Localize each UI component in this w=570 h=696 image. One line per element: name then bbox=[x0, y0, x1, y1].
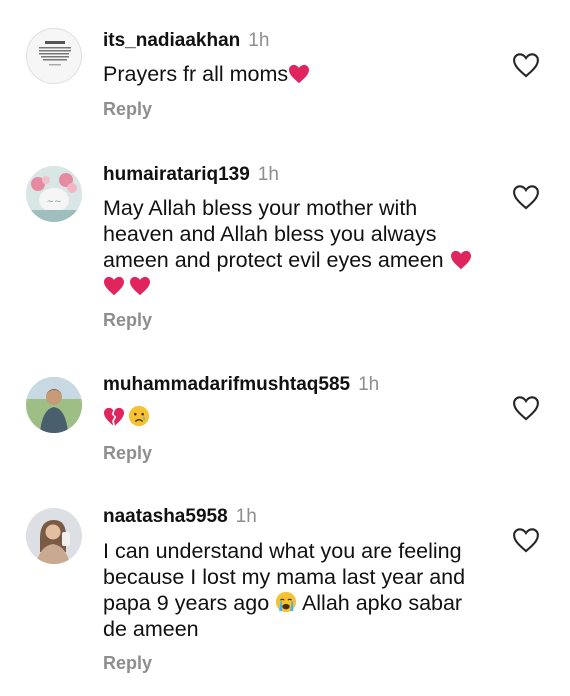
avatar[interactable]: ~~ bbox=[26, 166, 82, 222]
crying-face-icon bbox=[128, 405, 150, 427]
comment-header: its_nadiaakhan 1h bbox=[103, 30, 269, 52]
comment-text-line: Prayers fr all moms bbox=[103, 62, 289, 86]
red-heart-icon bbox=[289, 64, 310, 84]
reply-button[interactable]: Reply bbox=[103, 99, 152, 120]
red-heart-icon bbox=[104, 276, 124, 296]
comment-text-line: May Allah bless your mother with bbox=[103, 196, 418, 220]
comment-text: I can understand what you are feeling be… bbox=[103, 538, 503, 642]
comment-text: May Allah bless your mother with heaven … bbox=[103, 195, 493, 299]
timestamp: 1h bbox=[358, 374, 380, 395]
flowers-avatar-icon: ~~ bbox=[26, 166, 82, 222]
reply-button[interactable]: Reply bbox=[103, 443, 152, 464]
timestamp: 1h bbox=[257, 164, 279, 185]
timestamp: 1h bbox=[235, 506, 257, 527]
woman-photo-avatar-icon bbox=[26, 508, 82, 564]
comment-text-line-with-emoji: ameen and protect evil eyes ameen bbox=[103, 247, 493, 273]
comment-text-line: heaven and Allah bless you always bbox=[103, 222, 437, 246]
like-heart-icon[interactable] bbox=[512, 527, 540, 553]
username[interactable]: its_nadiaakhan bbox=[103, 30, 240, 51]
avatar[interactable] bbox=[26, 508, 82, 564]
comment-header: naatasha5958 1h bbox=[103, 506, 257, 528]
reply-button[interactable]: Reply bbox=[103, 653, 152, 674]
username[interactable]: muhammadarifmushtaq585 bbox=[103, 374, 350, 395]
comment-text-line: because I lost my mama last year and bbox=[103, 565, 466, 589]
username[interactable]: humairatariq139 bbox=[103, 164, 250, 185]
emoji-line bbox=[103, 273, 493, 299]
username[interactable]: naatasha5958 bbox=[103, 506, 228, 527]
like-heart-icon[interactable] bbox=[512, 184, 540, 210]
svg-text:~~: ~~ bbox=[46, 197, 61, 207]
comment-text-line: ameen and protect evil eyes ameen bbox=[103, 248, 444, 272]
loudly-crying-face-icon bbox=[276, 591, 297, 613]
broken-heart-icon bbox=[104, 407, 124, 426]
comment-header: humairatariq139 1h bbox=[103, 164, 279, 186]
reply-button[interactable]: Reply bbox=[103, 310, 152, 331]
avatar[interactable] bbox=[26, 377, 82, 433]
comment-text-line: I can understand what you are feeling bbox=[103, 539, 462, 563]
quote-image-avatar-icon bbox=[27, 29, 81, 83]
comment-text-line: papa 9 years ago bbox=[103, 591, 270, 615]
timestamp: 1h bbox=[248, 30, 270, 51]
red-heart-icon bbox=[450, 250, 471, 270]
comment-text-line: Allah apko sabar bbox=[301, 591, 463, 615]
comment-text-line-with-emoji: papa 9 years ago Allah apko sabar bbox=[103, 590, 503, 616]
comment-text: Prayers fr all moms bbox=[103, 61, 493, 87]
like-heart-icon[interactable] bbox=[512, 52, 540, 78]
like-heart-icon[interactable] bbox=[512, 395, 540, 421]
avatar[interactable] bbox=[26, 28, 82, 84]
comment-text bbox=[103, 404, 493, 430]
red-heart-icon bbox=[130, 276, 150, 296]
comment-text-line: de ameen bbox=[103, 617, 199, 641]
comment-header: muhammadarifmushtaq585 1h bbox=[103, 374, 379, 396]
man-photo-avatar-icon bbox=[26, 377, 82, 433]
